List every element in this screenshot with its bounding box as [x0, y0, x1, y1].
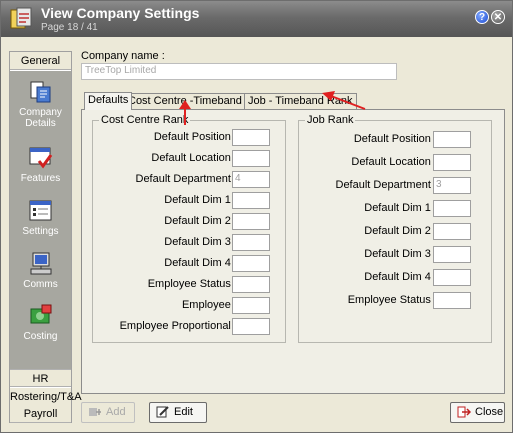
job-default-dim4-input[interactable]	[433, 269, 471, 286]
page-indicator: Page 18 / 41	[41, 22, 98, 33]
cc-default-location-input[interactable]	[232, 150, 270, 167]
edit-icon	[156, 406, 169, 418]
title-bar: View Company Settings Page 18 / 41 ? ✕	[1, 1, 512, 37]
nav-section-hr[interactable]: HR	[10, 369, 71, 387]
field-label: Default Department :	[135, 173, 238, 185]
field-label: Default Department :	[335, 179, 438, 191]
defaults-tab-panel: Cost Centre Rank Default Position : Defa…	[81, 109, 505, 394]
job-default-dim2-input[interactable]	[433, 223, 471, 240]
field-label: Employee Proportional :	[119, 320, 237, 332]
cost-centre-rank-group: Cost Centre Rank Default Position : Defa…	[92, 114, 286, 343]
nav-section-general[interactable]: General	[10, 52, 71, 70]
nav-item-features[interactable]: Features	[10, 145, 71, 184]
company-name-field[interactable]: TreeTop Limited	[81, 63, 397, 80]
field-label: Employee :	[181, 299, 237, 311]
cc-employee-input[interactable]	[232, 297, 270, 314]
job-default-dim3-input[interactable]	[433, 246, 471, 263]
field-label: Default Position :	[353, 133, 437, 145]
add-icon	[89, 408, 101, 417]
left-navigation: General Company Details Features Setting…	[9, 51, 82, 423]
add-button-label: Add	[106, 406, 126, 418]
annotation-arrow-up-icon	[179, 100, 191, 125]
field-label: Default Location :	[351, 156, 437, 168]
field-label: Default Dim 2 :	[364, 225, 437, 237]
features-icon	[29, 147, 52, 169]
comms-icon	[30, 252, 51, 275]
job-default-dim1-input[interactable]	[433, 200, 471, 217]
close-button[interactable]: Close	[450, 402, 505, 423]
job-employee-status-input[interactable]	[433, 292, 471, 309]
field-label: Default Dim 3 :	[164, 236, 237, 248]
nav-item-label: Settings	[22, 226, 59, 237]
add-button[interactable]: Add	[81, 402, 135, 423]
field-label: Employee Status :	[347, 294, 437, 306]
cc-default-department-input[interactable]: 4	[232, 171, 270, 188]
nav-item-settings[interactable]: Settings	[10, 198, 71, 237]
cc-default-dim3-input[interactable]	[232, 234, 270, 251]
job-rank-group: Job Rank Default Position : Default Loca…	[298, 114, 492, 343]
job-default-position-input[interactable]	[433, 131, 471, 148]
job-default-department-input[interactable]: 3	[433, 177, 471, 194]
exit-icon	[457, 406, 471, 418]
company-settings-window: View Company Settings Page 18 / 41 ? ✕ G…	[0, 0, 513, 433]
app-logo-icon	[10, 7, 32, 29]
nav-section-rostering[interactable]: Rostering/T&A	[10, 388, 82, 406]
nav-item-label: Company Details	[19, 107, 62, 129]
cc-employee-proportional-input[interactable]	[232, 318, 270, 335]
tab-defaults[interactable]: Defaults	[84, 92, 133, 110]
field-label: Employee Status :	[147, 278, 237, 290]
nav-section-payroll[interactable]: Payroll	[10, 405, 71, 423]
edit-button[interactable]: Edit	[149, 402, 207, 423]
nav-item-comms[interactable]: Comms	[10, 251, 71, 290]
field-label: Default Dim 1 :	[164, 194, 237, 206]
field-label: Default Location :	[151, 152, 237, 164]
annotation-arrow-left-icon	[322, 91, 366, 110]
general-nav-panel: Company Details Features Settings Comms …	[10, 71, 71, 369]
nav-item-label: Costing	[23, 331, 58, 342]
cc-employee-status-input[interactable]	[232, 276, 270, 293]
cc-default-dim2-input[interactable]	[232, 213, 270, 230]
field-label: Default Dim 4 :	[364, 271, 437, 283]
company-name-label: Company name :	[81, 50, 165, 62]
nav-item-costing[interactable]: Costing	[10, 303, 71, 342]
nav-item-label: Comms	[23, 279, 58, 290]
field-label: Default Position :	[153, 131, 237, 143]
cc-default-position-input[interactable]	[232, 129, 270, 146]
company-details-icon	[30, 81, 50, 103]
field-label: Default Dim 3 :	[364, 248, 437, 260]
costing-icon	[30, 304, 51, 324]
edit-button-label: Edit	[174, 406, 193, 418]
window-close-button[interactable]: ✕	[491, 10, 505, 24]
cc-default-dim4-input[interactable]	[232, 255, 270, 272]
nav-item-label: Features	[20, 173, 61, 184]
window-title: View Company Settings	[41, 5, 200, 21]
field-label: Default Dim 2 :	[164, 215, 237, 227]
group-title: Job Rank	[305, 114, 356, 126]
help-button[interactable]: ?	[475, 10, 489, 24]
cc-default-dim1-input[interactable]	[232, 192, 270, 209]
nav-item-company-details[interactable]: Company Details	[10, 79, 71, 129]
settings-icon	[29, 200, 51, 221]
field-label: Default Dim 1 :	[364, 202, 437, 214]
field-label: Default Dim 4 :	[164, 257, 237, 269]
close-button-label: Close	[475, 406, 504, 418]
job-default-location-input[interactable]	[433, 154, 471, 171]
